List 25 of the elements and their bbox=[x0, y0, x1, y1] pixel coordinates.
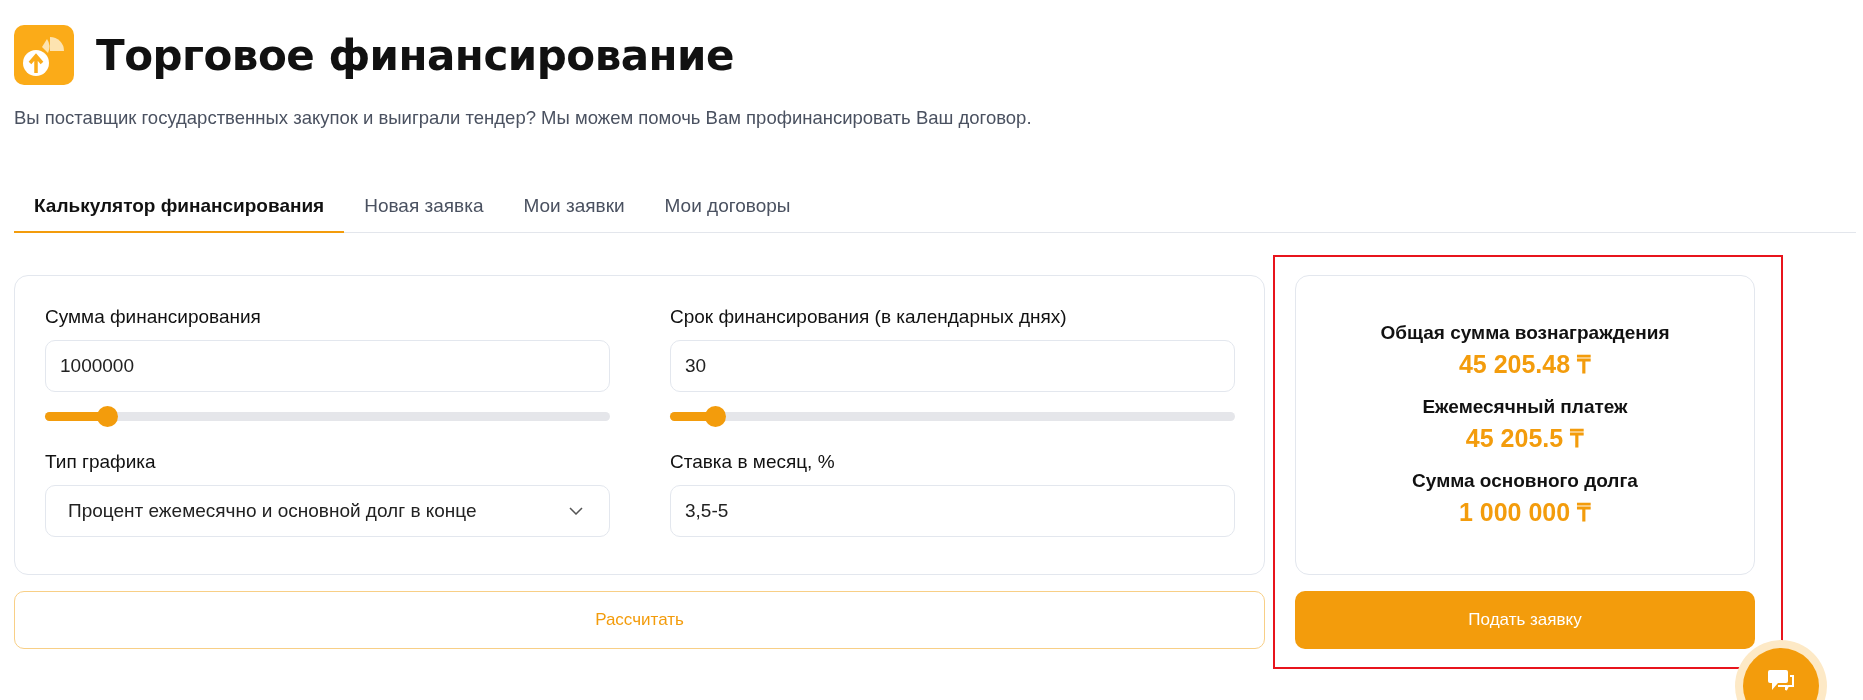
input-field[interactable]: 30 bbox=[670, 340, 1235, 392]
logo-icon bbox=[14, 25, 74, 85]
summary-label: Сумма основного долга bbox=[1412, 470, 1638, 492]
summary-value: 45 205.48 ₸ bbox=[1458, 349, 1592, 380]
slider[interactable] bbox=[45, 406, 610, 427]
field-label: Тип графика bbox=[45, 451, 157, 473]
input-field[interactable]: 1000000 bbox=[45, 340, 610, 392]
field-label: Ставка в месяц, % bbox=[670, 451, 836, 473]
summary-value: 45 205.5 ₸ bbox=[1465, 423, 1585, 454]
chat-icon bbox=[1766, 668, 1796, 692]
tab[interactable]: Мои заявки bbox=[503, 185, 645, 233]
summary-label: Общая сумма вознаграждения bbox=[1380, 322, 1670, 344]
tab[interactable]: Мои договоры bbox=[644, 185, 811, 233]
field-label: Срок финансирования (в календарных днях) bbox=[670, 306, 1068, 328]
schedule-dropdown[interactable]: Процент ежемесячно и основной долг в конце bbox=[45, 485, 610, 537]
slider[interactable] bbox=[670, 406, 1235, 427]
field-label: Сумма финансирования bbox=[45, 306, 262, 328]
summary-label: Ежемесячный платеж bbox=[1422, 396, 1628, 418]
input-field[interactable]: 3,5-5 bbox=[670, 485, 1235, 537]
page-subtitle: Вы поставщик государственных закупок и выиграли тендер? Мы можем помочь Вам профинансировать Ваш договор. bbox=[14, 107, 1033, 129]
page-title: Торговое финансирование bbox=[96, 30, 734, 80]
tab[interactable]: Новая заявка bbox=[344, 185, 504, 233]
chevron-down-icon bbox=[569, 507, 583, 515]
summary-value: 1 000 000 ₸ bbox=[1458, 497, 1592, 528]
tab[interactable]: Калькулятор финансирования bbox=[14, 185, 345, 233]
